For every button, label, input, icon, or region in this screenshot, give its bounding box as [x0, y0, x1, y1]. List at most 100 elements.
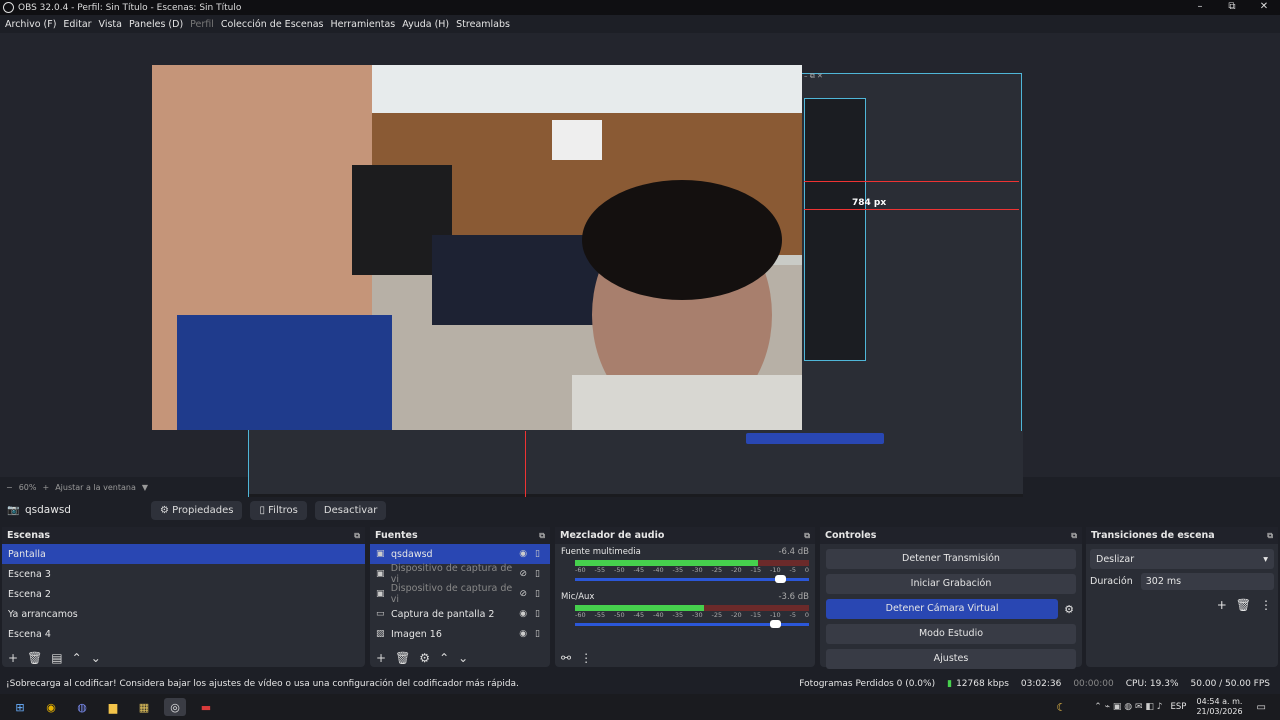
- fit-to-window[interactable]: Ajustar a la ventana: [55, 483, 136, 492]
- menu-file[interactable]: Archivo (F): [5, 19, 56, 30]
- audio-mixer-panel: Mezclador de audio ⧉ Fuente multimedia -6.…: [555, 527, 815, 667]
- meter-tick-label: -40: [653, 611, 664, 619]
- windows-start-icon[interactable]: ⊞: [9, 698, 31, 716]
- studio-mode-button[interactable]: Modo Estudio: [826, 624, 1076, 644]
- lock-icon[interactable]: ▯: [535, 569, 540, 579]
- streamlabs-icon[interactable]: ▬: [195, 698, 217, 716]
- eye-icon[interactable]: ◉: [519, 609, 527, 619]
- start-recording-button[interactable]: Iniciar Grabación: [826, 574, 1076, 594]
- meter-tick-label: -55: [594, 566, 606, 574]
- eye-off-icon[interactable]: ⊘: [520, 589, 528, 599]
- notification-icon[interactable]: ▭: [1257, 702, 1266, 713]
- preview-canvas[interactable]: – ⧉ ✕ 784 px: [0, 33, 1280, 508]
- meter-tick-label: -40: [653, 566, 664, 574]
- tray-icons[interactable]: ⌃ ⌁ ▣ ◍ ✉ ◧ ♪: [1094, 702, 1162, 712]
- popout-icon[interactable]: ⧉: [1267, 531, 1273, 541]
- add-source-button[interactable]: +: [376, 651, 386, 665]
- trash-icon[interactable]: 🗑: [395, 651, 410, 665]
- meter-tick-label: -20: [731, 611, 742, 619]
- meter-scale: -60 -55 -50 -45 -40 -35 -30 -25 -20 -15 -10 -5 0: [575, 611, 809, 619]
- trash-icon[interactable]: 🗑: [1236, 598, 1251, 612]
- settings-button[interactable]: Ajustes: [826, 649, 1076, 669]
- meter-tick-label: -30: [692, 611, 703, 619]
- filters-button[interactable]: ▯ Filtros: [250, 500, 307, 520]
- zoom-in-button[interactable]: +: [42, 483, 49, 492]
- transitions-panel: Transiciones de escena ⧉ Deslizar ▾ Durac…: [1086, 527, 1278, 667]
- scene-item[interactable]: Escena 3: [2, 564, 365, 584]
- move-down-button[interactable]: ⌄: [458, 651, 468, 665]
- obs-icon[interactable]: ◎: [164, 698, 186, 716]
- volume-knob[interactable]: [774, 575, 786, 583]
- lock-icon[interactable]: ▯: [535, 609, 540, 619]
- popout-icon[interactable]: ⧉: [354, 531, 360, 541]
- folder-icon[interactable]: ▆: [102, 698, 124, 716]
- menu-scene-collection[interactable]: Colección de Escenas: [221, 19, 324, 30]
- filter-icon[interactable]: ▤: [51, 651, 62, 665]
- meter-tick-label: -10: [770, 566, 781, 574]
- discord-icon[interactable]: ◍: [71, 698, 93, 716]
- meter-tick-label: -20: [731, 566, 742, 574]
- scene-item[interactable]: Ya arrancamos: [2, 604, 365, 624]
- lock-icon[interactable]: ▯: [535, 629, 540, 639]
- menu-help[interactable]: Ayuda (H): [402, 19, 449, 30]
- move-down-button[interactable]: ⌄: [91, 651, 101, 665]
- eye-icon[interactable]: ◉: [519, 629, 527, 639]
- add-transition-button[interactable]: +: [1217, 598, 1227, 612]
- meter-tick-label: -30: [692, 566, 703, 574]
- scene-item[interactable]: Escena 2: [2, 584, 365, 604]
- transitions-title: Transiciones de escena: [1091, 530, 1215, 541]
- scene-item[interactable]: Pantalla: [2, 544, 365, 564]
- menu-profile[interactable]: Perfil: [190, 19, 214, 30]
- camera-icon: ▣: [376, 549, 385, 559]
- chrome-icon[interactable]: ◉: [40, 698, 62, 716]
- trash-icon[interactable]: 🗑: [27, 651, 42, 665]
- source-item[interactable]: ▣ Dispositivo de captura de vi ⊘ ▯: [370, 563, 550, 585]
- gear-icon[interactable]: ⚙: [419, 651, 430, 665]
- volume-slider[interactable]: [575, 620, 809, 628]
- menu-view[interactable]: Vista: [99, 19, 122, 30]
- more-menu-icon[interactable]: ⋮: [1260, 598, 1272, 612]
- add-scene-button[interactable]: +: [8, 651, 18, 665]
- transition-select[interactable]: Deslizar ▾: [1090, 549, 1274, 569]
- meter-tick-label: -60: [575, 611, 586, 619]
- volume-slider[interactable]: [575, 575, 809, 583]
- source-item[interactable]: ▣ qsdawsd ◉ ▯: [370, 544, 550, 564]
- menu-tools[interactable]: Herramientas: [331, 19, 396, 30]
- move-up-button[interactable]: ⌃: [72, 651, 82, 665]
- popout-icon[interactable]: ⧉: [539, 531, 545, 541]
- clock[interactable]: 04:54 a. m. 21/03/2026: [1196, 697, 1242, 717]
- duration-field[interactable]: 302 ms: [1140, 573, 1274, 590]
- menu-edit[interactable]: Editar: [63, 19, 91, 30]
- more-menu-icon[interactable]: ⋮: [580, 651, 592, 665]
- gear-icon[interactable]: ⚙: [1064, 603, 1074, 616]
- source-item[interactable]: ▭ Captura de pantalla 2 ◉ ▯: [370, 604, 550, 624]
- stop-virtual-camera-button[interactable]: Detener Cámara Virtual: [826, 599, 1059, 619]
- volume-knob[interactable]: [769, 620, 781, 628]
- deactivate-button[interactable]: Desactivar: [314, 500, 387, 520]
- popout-icon[interactable]: ⧉: [1071, 531, 1077, 541]
- lock-icon[interactable]: ▯: [535, 589, 540, 599]
- notes-icon[interactable]: ▦: [133, 698, 155, 716]
- close-button[interactable]: ✕: [1248, 0, 1280, 15]
- zoom-out-button[interactable]: −: [6, 483, 13, 492]
- minimize-button[interactable]: –: [1184, 0, 1216, 15]
- properties-button[interactable]: ⚙ Propiedades: [150, 500, 243, 520]
- move-up-button[interactable]: ⌃: [439, 651, 449, 665]
- chevron-down-icon[interactable]: ▼: [142, 483, 148, 492]
- image-icon: ▨: [376, 629, 385, 639]
- eye-off-icon[interactable]: ⊘: [520, 569, 528, 579]
- scene-item[interactable]: Escena 4: [2, 624, 365, 644]
- popout-icon[interactable]: ⧉: [804, 531, 810, 541]
- maximize-button[interactable]: ⧉: [1216, 0, 1248, 15]
- menu-docks[interactable]: Paneles (D): [129, 19, 183, 30]
- bitrate: 12768 kbps: [956, 679, 1009, 689]
- weather-moon-icon[interactable]: ☾: [1056, 701, 1066, 714]
- lock-icon[interactable]: ▯: [535, 549, 540, 559]
- source-item[interactable]: ▣ Dispositivo de captura de vi ⊘ ▯: [370, 583, 550, 605]
- language-indicator[interactable]: ESP: [1171, 702, 1187, 712]
- stop-stream-button[interactable]: Detener Transmisión: [826, 549, 1076, 569]
- menu-streamlabs[interactable]: Streamlabs: [456, 19, 510, 30]
- source-item[interactable]: ▨ Imagen 16 ◉ ▯: [370, 624, 550, 644]
- eye-icon[interactable]: ◉: [519, 549, 527, 559]
- link-icon[interactable]: ⚯: [561, 651, 571, 665]
